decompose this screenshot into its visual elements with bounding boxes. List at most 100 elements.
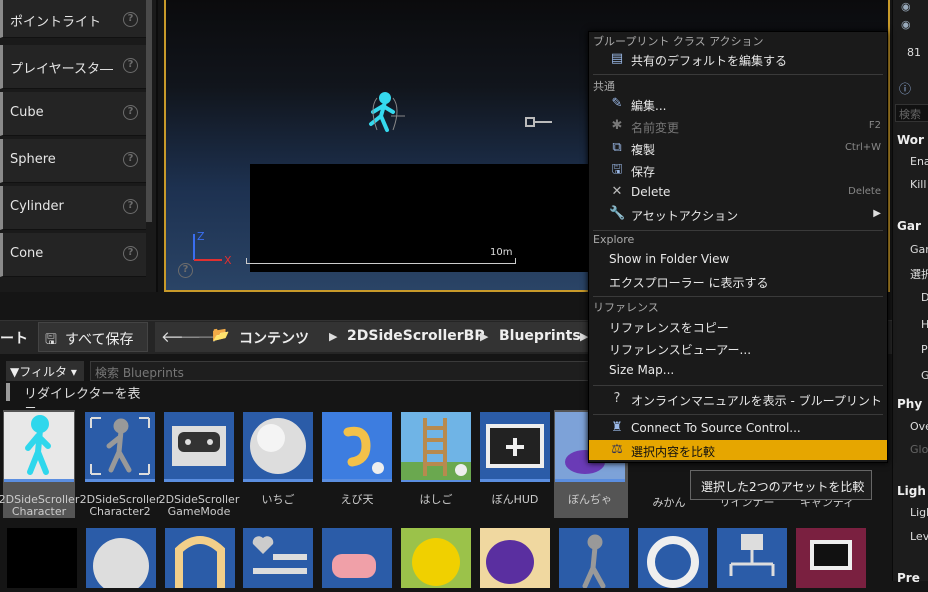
menu-item-duplicate[interactable]: ⧉ 複製 Ctrl+W [589, 138, 887, 158]
menu-item-size-map[interactable]: Size Map... [589, 360, 887, 380]
menu-item-label: アセットアクション [631, 209, 739, 223]
asset-tile[interactable]: 2DSideScroller Character2 [80, 410, 160, 518]
asset-tile[interactable] [6, 528, 78, 588]
filter-button[interactable]: ▼フィルタ ▾ [6, 361, 84, 381]
asset-tile[interactable] [242, 528, 314, 588]
eye-icon[interactable]: ◉ [901, 18, 911, 31]
help-icon[interactable]: ? [123, 152, 138, 167]
save-all-button[interactable]: 🖫 すべて保存 [38, 322, 148, 352]
breadcrumb-arrow-icon[interactable]: ▶ [480, 330, 488, 343]
details-row[interactable]: Wor [897, 133, 924, 147]
asset-search-input[interactable]: 検索 Blueprints [90, 361, 590, 381]
viewport-help-icon[interactable]: ? [178, 263, 193, 278]
details-row[interactable]: Pre [897, 571, 920, 585]
menu-item-edit[interactable]: ✎ 編集... [589, 94, 887, 114]
asset-tile[interactable] [479, 528, 551, 588]
details-row[interactable]: Phy [897, 397, 922, 411]
import-button-label[interactable]: ート [0, 328, 28, 348]
asset-tile[interactable]: えび天 [321, 410, 393, 518]
asset-tile[interactable] [400, 528, 472, 588]
menu-separator [593, 385, 883, 386]
asset-tile[interactable] [795, 528, 867, 588]
menu-item-label: 編集... [631, 99, 667, 113]
asset-context-menu: ブループリント クラス アクション ▤ 共有のデフォルトを編集する 共通 ✎ 編… [588, 31, 888, 463]
details-panel: ◉ ◉ 81 ⓘ 検索 Wor Ena Kill Gar Gan 選択 De H… [892, 0, 928, 585]
sphere-icon [93, 538, 149, 592]
help-icon[interactable]: ? [123, 199, 138, 214]
pencil-icon: ✎ [611, 96, 623, 111]
menu-shortcut: Ctrl+W [844, 142, 881, 153]
asset-tile[interactable]: はしご [400, 410, 472, 518]
heart-list-icon [252, 536, 307, 574]
asset-tile[interactable] [716, 528, 788, 588]
help-icon[interactable]: ? [123, 105, 138, 120]
axis-x-label: X [224, 254, 232, 266]
menu-item-edit-shared-defaults[interactable]: ▤ 共有のデフォルトを編集する [589, 49, 887, 69]
menu-item-online-manual[interactable]: ? オンラインマニュアルを表示 - ブループリント [589, 389, 887, 409]
asset-tile[interactable]: 2DSideScroller Character [0, 410, 79, 518]
menu-item-show-in-folder-view[interactable]: Show in Folder View [589, 249, 887, 269]
menu-item-label: Delete [631, 185, 671, 199]
diff-tooltip: 選択した2つのアセットを比較 [690, 470, 872, 500]
scale-ruler [246, 258, 516, 264]
shrimp-tempura-icon [343, 426, 384, 474]
ruler-label: 10m [490, 247, 513, 258]
section-common: 共通 [593, 80, 615, 93]
details-row[interactable]: Ligh [897, 484, 926, 498]
asset-name: 2DSideScroller Character [0, 493, 80, 518]
viewport-black-area [250, 164, 590, 272]
details-row[interactable]: Gar [897, 219, 921, 233]
actor-item-sphere[interactable]: Sphere ? [0, 139, 146, 183]
menu-item-diff-selected[interactable]: ⚖ 選択内容を比較 [589, 440, 887, 460]
menu-item-asset-actions[interactable]: 🔧 アセットアクション ▶ [589, 204, 887, 224]
breadcrumb-2dsidescrollerbp[interactable]: 2DSideScrollerBP [347, 328, 485, 344]
actor-item-cone[interactable]: Cone ? [0, 233, 146, 277]
asset-thumbnail [638, 528, 708, 588]
menu-item-label: 選択内容を比較 [631, 445, 716, 459]
help-icon[interactable]: ? [123, 58, 138, 73]
breadcrumb-arrow-icon[interactable]: ▶ [329, 330, 337, 343]
help-icon[interactable]: ? [123, 12, 138, 27]
asset-tile[interactable] [164, 528, 236, 588]
asset-tile[interactable]: 2DSideScroller GameMode [159, 410, 239, 518]
details-search-input[interactable]: 検索 [895, 104, 928, 122]
left-panel-scrollbar[interactable] [146, 0, 152, 222]
asset-thumbnail [7, 528, 77, 588]
menu-separator [593, 296, 883, 297]
menu-item-copy-reference[interactable]: リファレンスをコピー [589, 316, 887, 336]
chevron-down-icon: ▾ [67, 365, 77, 379]
details-row: Ena [910, 155, 928, 168]
details-row: Gan [910, 243, 928, 256]
monitor-icon [810, 540, 852, 570]
save-all-label: すべて保存 [65, 332, 134, 348]
menu-item-label: リファレンスをコピー [609, 321, 729, 335]
section-blueprint-class-actions: ブループリント クラス アクション [593, 35, 764, 48]
asset-thumbnail [164, 412, 234, 482]
axis-gizmo-icon: Z X [193, 230, 232, 266]
axis-z-label: Z [197, 230, 205, 243]
breadcrumb-blueprints[interactable]: Blueprints [499, 328, 581, 344]
actor-item-player-start[interactable]: プレイヤースタ― ? [0, 45, 146, 89]
eye-icon[interactable]: ◉ [901, 0, 911, 13]
actor-item-cylinder[interactable]: Cylinder ? [0, 186, 146, 230]
show-redirectors-toggle[interactable]: リダイレクターを表示 [6, 383, 152, 421]
asset-tile[interactable] [321, 528, 393, 588]
asset-tile[interactable] [637, 528, 709, 588]
menu-item-connect-source-control[interactable]: ♜ Connect To Source Control... [589, 418, 887, 438]
actor-item-point-light[interactable]: ポイントライト ? [0, 0, 146, 38]
asset-name: はしご [419, 493, 453, 506]
actor-item-cube[interactable]: Cube ? [0, 92, 146, 136]
menu-item-delete[interactable]: ✕ Delete Delete [589, 182, 887, 202]
asset-thumbnail [4, 412, 74, 482]
help-icon[interactable]: ? [123, 246, 138, 261]
menu-item-reference-viewer[interactable]: リファレンスビューアー... [589, 338, 887, 358]
asset-tile[interactable]: ぼんHUD [479, 410, 551, 518]
menu-item-save[interactable]: 🖫 保存 [589, 160, 887, 180]
breadcrumb-content[interactable]: コンテンツ [239, 328, 309, 348]
asset-tile[interactable]: いちご [242, 410, 314, 518]
rename-icon: ✱ [611, 118, 623, 133]
menu-item-show-in-explorer[interactable]: エクスプローラー に表示する [589, 271, 887, 291]
asset-tile[interactable] [85, 528, 157, 592]
asset-tile[interactable] [558, 528, 630, 589]
asset-thumbnail [165, 528, 235, 588]
